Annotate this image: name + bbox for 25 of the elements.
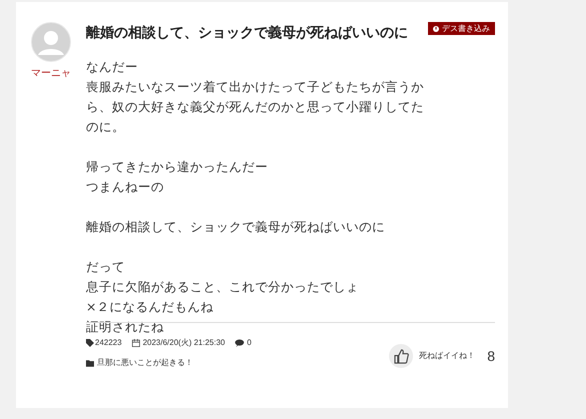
post-date: 2023/6/20(火) 21:25:30 [142,337,225,349]
category-link[interactable]: 旦那に悪いことが起きる！ [97,357,193,369]
tag-icon [86,339,94,347]
folder-icon [86,360,94,366]
post-text: 離婚の相談して、ショックで義母が死ねばいいのに [86,218,386,236]
like-count: 8 [487,346,495,366]
post-text: 息子に欠陥があること、これで分かったでしょ [86,278,360,296]
comment-icon [234,339,244,347]
badge-text: デス書き込み [442,22,490,34]
post-text: ×２になるんだもんね [86,298,214,316]
post-text: なんだー [86,58,139,76]
like-label: 死ねばイイね！ [419,350,476,362]
post-text: 帰ってきたから違かったんだー [86,158,269,176]
avatar-icon [31,22,71,62]
post-title[interactable]: 離婚の相談して、ショックで義母が死ねばいいのに [86,22,408,43]
thumbs-up-icon [394,348,409,364]
like-button[interactable] [389,344,414,368]
post-text: 喪服みたいなスーツ着て出かけたって子どもたちが言うから、奴の大好きな義父が死んだのかと思って小躍りしてたのに。 [86,78,425,136]
post-id: 242223 [95,337,122,349]
post-text: つまんねーの [86,178,165,196]
author-name[interactable]: マーニャ [31,66,71,81]
alert-icon [433,26,439,32]
calendar-icon [132,339,140,347]
comment-count: 0 [246,337,252,349]
post-text: だって [86,258,126,276]
